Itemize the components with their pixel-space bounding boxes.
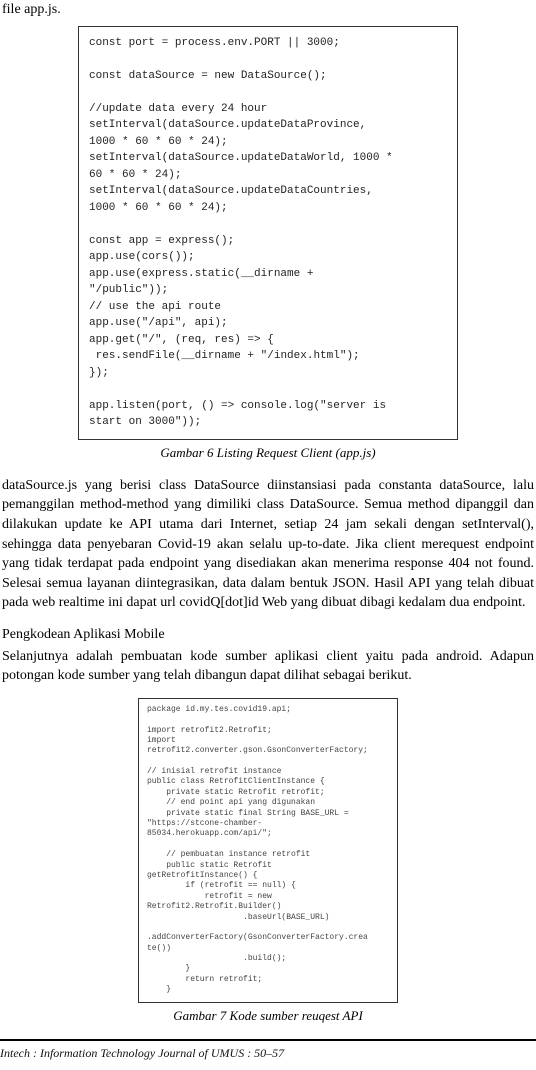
body-paragraph-2: Selanjutnya adalah pembuatan kode sumber… — [2, 647, 534, 686]
code-listing-2: package id.my.tes.covid19.api; import re… — [138, 698, 398, 1003]
code-listing-1: const port = process.env.PORT || 3000; c… — [78, 26, 458, 440]
subheading-mobile: Pengkodean Aplikasi Mobile — [2, 625, 534, 645]
page-footer: Intech : Information Technology Journal … — [0, 1039, 536, 1062]
figure7-caption: Gambar 7 Kode sumber reuqest API — [0, 1007, 536, 1025]
figure6-caption: Gambar 6 Listing Request Client (app.js) — [0, 444, 536, 462]
body-paragraph-1: dataSource.js yang berisi class DataSour… — [2, 476, 534, 613]
intro-text: file app.js. — [0, 0, 536, 20]
